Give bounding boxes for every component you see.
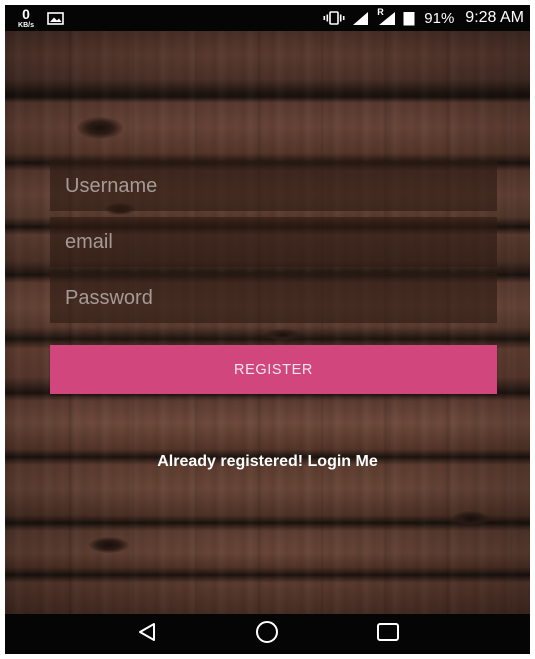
email-field[interactable] [50,217,497,267]
battery-percent: 91% [424,9,455,27]
login-link-label: Already registered! Login Me [157,453,378,470]
wood-knot [452,511,490,527]
signal-icon [352,11,369,26]
clock: 9:28 AM [465,9,524,26]
wood-background: REGISTER Already registered! Login Me [5,31,530,614]
username-field[interactable] [50,161,497,211]
image-icon [47,11,64,25]
password-field[interactable] [50,273,497,323]
recents-button[interactable] [370,619,406,649]
login-link[interactable]: Already registered! Login Me [5,453,530,471]
network-speed-unit: KB/s [18,22,34,29]
register-form [50,161,497,329]
status-bar: 0 KB/s R 91% 9:28 AM [5,5,530,31]
wood-knot [265,329,301,341]
back-button[interactable] [129,619,165,649]
wood-knot [89,537,129,553]
battery-icon [403,11,415,26]
roaming-signal-icon: R [376,7,396,26]
recents-icon [376,622,400,647]
home-button[interactable] [249,619,285,649]
network-speed-value: 0 [22,6,30,22]
network-speed: 0 KB/s [13,7,39,29]
roaming-indicator: R [377,6,384,17]
back-icon [136,621,158,648]
navigation-bar [5,614,530,654]
phone-screen: 0 KB/s R 91% 9:28 AM Username email REGI… [5,5,530,654]
wood-knot [77,117,123,139]
register-button[interactable]: REGISTER [50,345,497,394]
home-icon [254,619,280,650]
vibrate-icon [323,11,345,25]
